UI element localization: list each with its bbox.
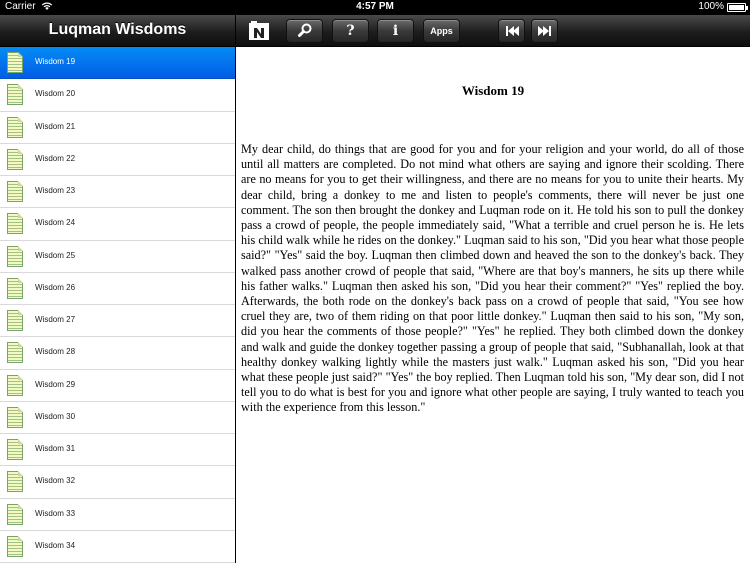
list-item-label: Wisdom 28 (35, 347, 76, 357)
skip-forward-icon (537, 26, 551, 36)
wisdom-title: Wisdom 19 (461, 83, 525, 98)
wisdom-body: My dear child, do things that are good f… (241, 142, 744, 415)
apps-button[interactable]: Apps (423, 19, 460, 43)
document-icon (7, 277, 23, 299)
wisdom-content[interactable]: Wisdom 19 My dear child, do things that … (236, 47, 750, 563)
document-icon (7, 148, 23, 170)
info-label: i (392, 23, 399, 39)
document-icon (7, 471, 23, 493)
app-title: Luqman Wisdoms (48, 21, 187, 38)
document-icon (7, 439, 23, 460)
document-icon (7, 181, 23, 202)
battery-icon (727, 3, 748, 12)
list-item-label: Wisdom 34 (35, 540, 76, 550)
list-item-label: Wisdom 19 (35, 57, 76, 66)
search-button[interactable] (286, 19, 323, 43)
list-item[interactable]: Wisdom 29 (0, 369, 235, 402)
document-icon (7, 52, 23, 73)
list-item-label: Wisdom 25 (35, 250, 76, 260)
list-item-label: Wisdom 33 (35, 508, 76, 518)
clock: 4:57 PM (356, 1, 394, 12)
list-item-label: Wisdom 27 (35, 315, 76, 324)
wisdom-list[interactable]: Wisdom 19 Wisdom 20 Wisdom 21 Wisdom 22 … (0, 47, 235, 563)
list-item[interactable]: Wisdom 22 (0, 143, 235, 176)
list-item-label: Wisdom 24 (35, 218, 76, 228)
book-logo-icon[interactable] (244, 19, 274, 43)
list-item[interactable]: Wisdom 31 (0, 434, 235, 467)
list-item[interactable]: Wisdom 33 (0, 498, 235, 531)
list-item-label: Wisdom 21 (35, 121, 76, 131)
list-item[interactable]: Wisdom 34 (0, 530, 235, 563)
list-item[interactable]: Wisdom 25 (0, 240, 235, 273)
list-item[interactable]: Wisdom 24 (0, 208, 235, 241)
list-item[interactable]: Wisdom 27 (0, 305, 235, 338)
document-icon (7, 342, 23, 364)
apps-label: Apps (430, 26, 453, 36)
document-icon (7, 310, 23, 331)
document-icon (7, 116, 23, 138)
document-icon (7, 503, 23, 525)
document-icon (7, 84, 23, 106)
search-icon (297, 23, 311, 37)
list-item-label: Wisdom 31 (35, 444, 76, 453)
previous-button[interactable] (498, 19, 525, 43)
list-item-label: Wisdom 30 (35, 411, 76, 421)
list-item[interactable]: Wisdom 23 (0, 176, 235, 209)
list-item-label: Wisdom 23 (35, 186, 76, 195)
list-item[interactable]: Wisdom 32 (0, 466, 235, 499)
list-item-label: Wisdom 29 (35, 379, 76, 389)
list-item-label: Wisdom 26 (35, 282, 76, 292)
document-icon (7, 213, 23, 235)
document-icon (7, 406, 23, 428)
next-button[interactable] (531, 19, 558, 43)
list-item-label: Wisdom 32 (35, 476, 76, 486)
sidebar-header: Luqman Wisdoms (0, 15, 235, 47)
help-label: ? (346, 23, 355, 39)
document-icon (7, 374, 23, 396)
list-item[interactable]: Wisdom 28 (0, 337, 235, 370)
status-bar: Carrier 4:57 PM 100% (0, 0, 750, 15)
list-item[interactable]: Wisdom 30 (0, 401, 235, 434)
help-button[interactable]: ? (332, 19, 369, 43)
battery-percent: 100% (698, 1, 724, 12)
info-button[interactable]: i (377, 19, 414, 43)
document-icon (7, 535, 23, 557)
toolbar: ? i Apps (236, 15, 750, 47)
skip-back-icon (505, 26, 519, 36)
list-item[interactable]: Wisdom 26 (0, 272, 235, 305)
list-item[interactable]: Wisdom 21 (0, 111, 235, 144)
document-icon (7, 245, 23, 267)
list-item[interactable]: Wisdom 20 (0, 79, 235, 112)
list-item-label: Wisdom 22 (35, 153, 76, 163)
list-item[interactable]: Wisdom 19 (0, 47, 235, 80)
list-item-label: Wisdom 20 (35, 89, 76, 99)
